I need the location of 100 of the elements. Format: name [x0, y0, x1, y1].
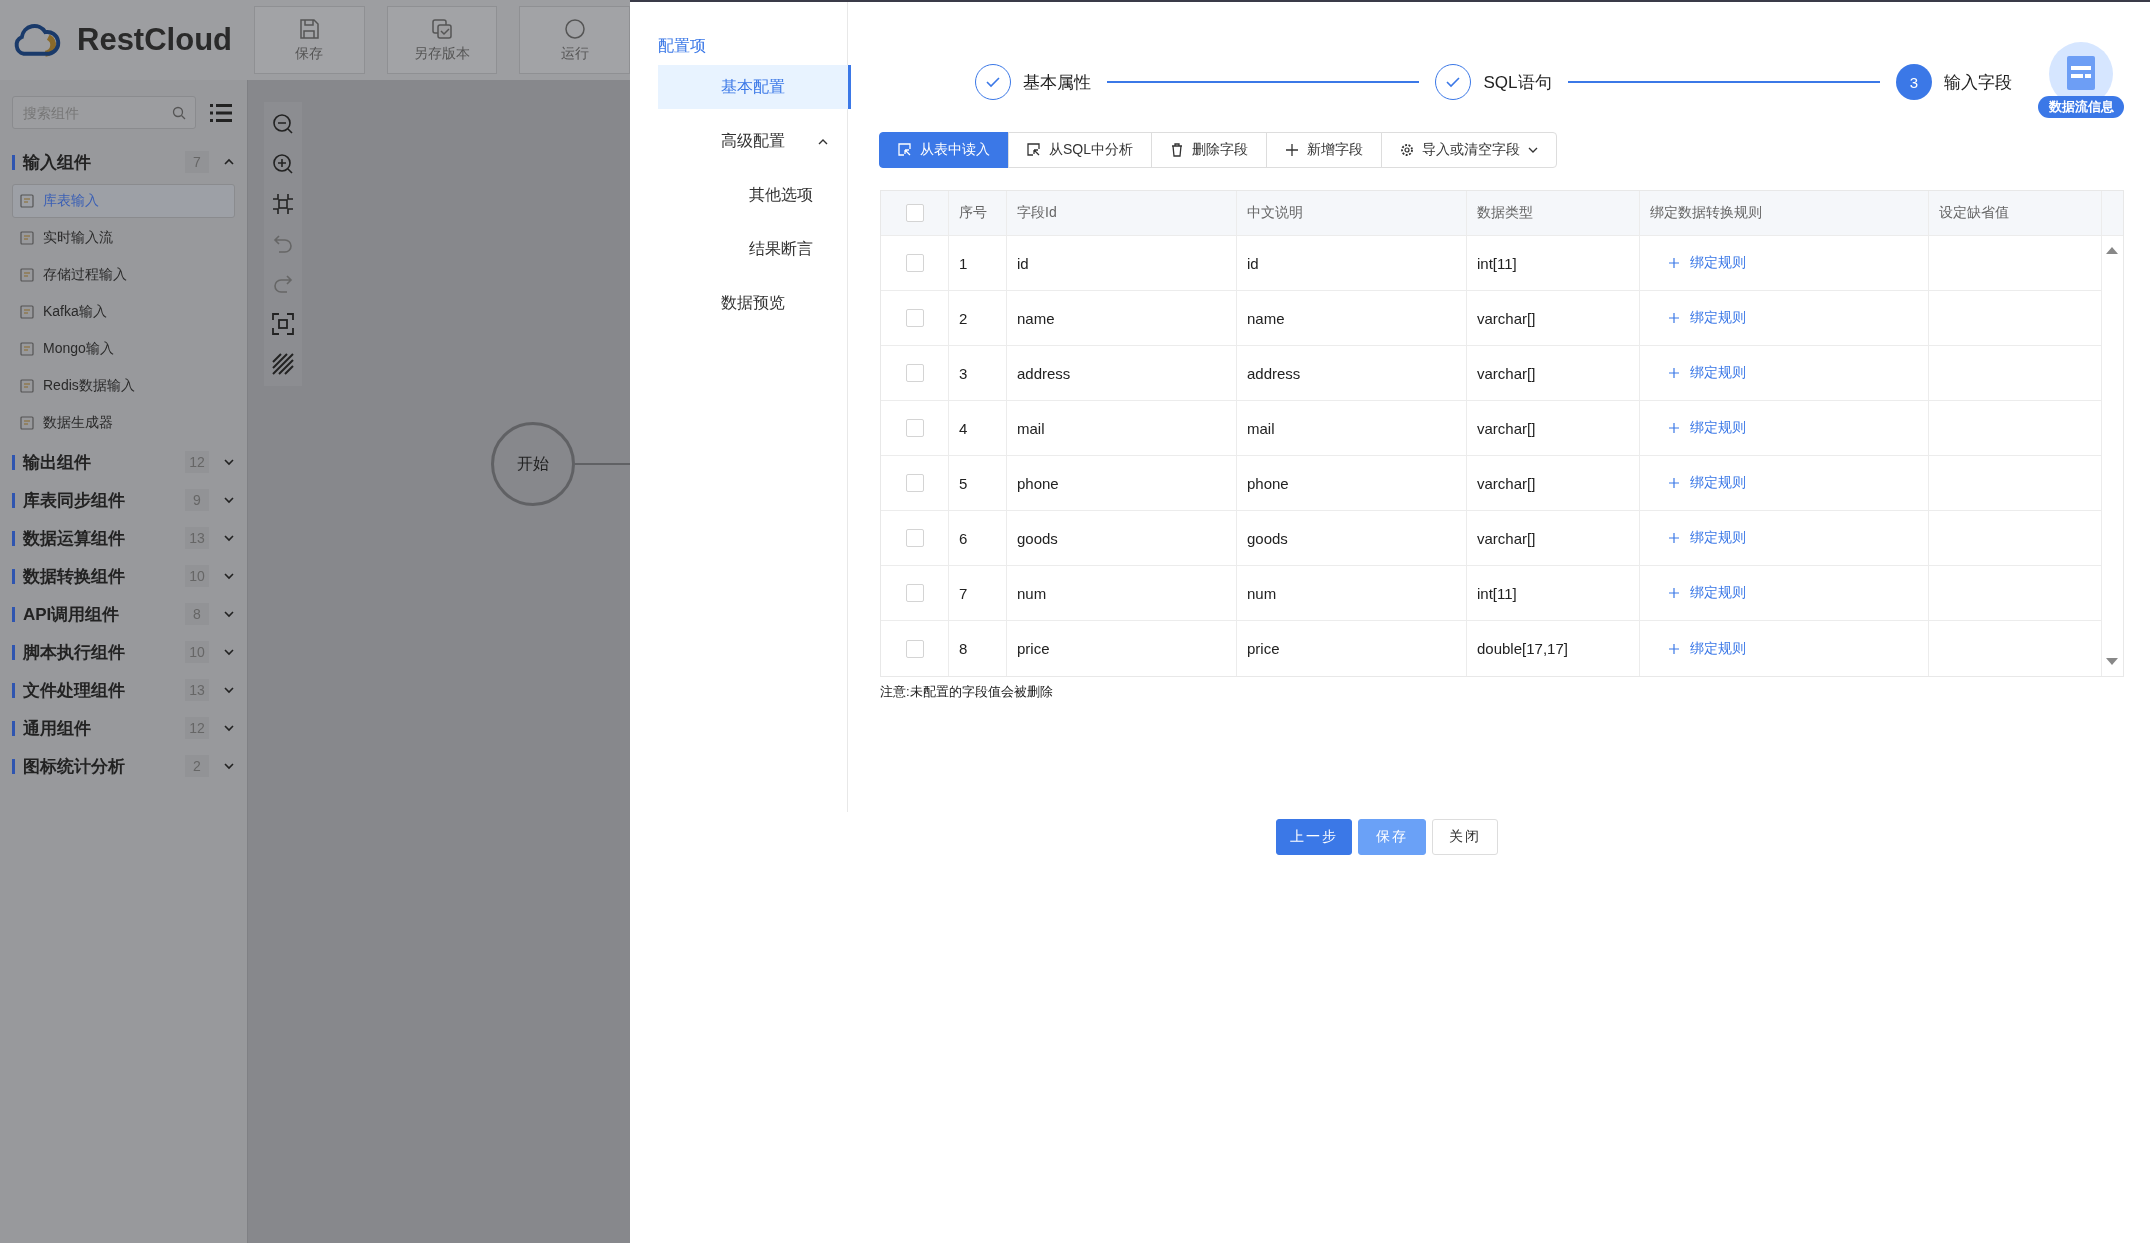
bind-rule-link[interactable]: 绑定规则 [1650, 364, 1746, 382]
toolbar-button[interactable]: 新增字段 [1266, 132, 1382, 168]
chevron-down-icon [1528, 146, 1538, 154]
redo-icon[interactable] [271, 272, 295, 296]
copy-icon [430, 17, 454, 41]
component-icon [19, 267, 35, 283]
table-cell: int[11] [1467, 566, 1640, 620]
table-cell: varchar[] [1467, 456, 1640, 510]
bind-rule-link[interactable]: 绑定规则 [1650, 309, 1746, 327]
checkbox[interactable] [905, 309, 924, 327]
section-title: 配置项 [658, 36, 707, 56]
bind-rule-link[interactable]: 绑定规则 [1650, 254, 1746, 272]
hatch-icon[interactable] [271, 352, 295, 376]
checkbox[interactable] [905, 639, 924, 658]
nav-item[interactable]: 基本配置 [658, 65, 851, 109]
toolbar-button[interactable]: 删除字段 [1151, 132, 1267, 168]
column-header: 序号 [949, 191, 1007, 235]
table-cell: mail [1007, 401, 1237, 455]
component-item[interactable]: 存储过程输入 [12, 258, 235, 292]
zoom-in-icon[interactable] [271, 152, 295, 176]
nav-item[interactable]: 数据预览 [658, 281, 848, 325]
component-icon [19, 415, 35, 431]
checkbox[interactable] [905, 204, 924, 222]
list-icon[interactable] [210, 102, 232, 123]
component-item[interactable]: 实时输入流 [12, 221, 235, 255]
table-cell: varchar[] [1467, 291, 1640, 345]
table-cell: 8 [949, 621, 1007, 676]
table-cell: mail [1237, 401, 1467, 455]
bind-rule-link[interactable]: 绑定规则 [1650, 474, 1746, 492]
column-header: 设定缺省值 [1929, 191, 2102, 235]
table-cell: int[11] [1467, 236, 1640, 290]
bind-rule-link[interactable]: 绑定规则 [1650, 639, 1746, 658]
bind-rule-link[interactable]: 绑定规则 [1650, 419, 1746, 437]
toolbar-button[interactable]: 运行 [519, 6, 630, 74]
dataflow-info-button[interactable]: 数据流信息 [2038, 42, 2124, 122]
component-icon [19, 304, 35, 320]
step-label: 输入字段 [1944, 71, 2012, 94]
bind-rule-link[interactable]: 绑定规则 [1650, 529, 1746, 547]
zoom-out-icon[interactable] [271, 112, 295, 136]
component-icon [19, 230, 35, 246]
table-cell: name [1007, 291, 1237, 345]
toolbar-button[interactable]: 从表中读入 [879, 132, 1009, 168]
nav-item[interactable]: 高级配置 [658, 119, 848, 163]
table-cell: address [1007, 346, 1237, 400]
table-cell: varchar[] [1467, 401, 1640, 455]
table-cell: varchar[] [1467, 346, 1640, 400]
circle-icon [562, 17, 587, 41]
table-cell: 5 [949, 456, 1007, 510]
trash-icon [1170, 143, 1184, 157]
undo-icon[interactable] [271, 232, 295, 256]
step-label: SQL语句 [1483, 71, 1552, 94]
info-badge: 数据流信息 [2038, 96, 2124, 118]
component-item[interactable]: Mongo输入 [12, 332, 235, 366]
footer-button[interactable]: 关闭 [1432, 819, 1498, 855]
table-cell: 4 [949, 401, 1007, 455]
fullscreen-icon[interactable] [271, 312, 295, 336]
table-cell: id [1007, 236, 1237, 290]
table-cell: name [1237, 291, 1467, 345]
table-cell: double[17,17] [1467, 621, 1640, 676]
table-cell: phone [1007, 456, 1237, 510]
app-logo: RestCloud [77, 22, 232, 58]
checkbox[interactable] [905, 419, 924, 437]
component-icon [19, 193, 35, 209]
component-item[interactable]: Redis数据输入 [12, 369, 235, 403]
table-cell: 2 [949, 291, 1007, 345]
plus-icon [1668, 422, 1680, 434]
toolbar-button[interactable]: 保存 [254, 6, 365, 74]
checkbox[interactable] [905, 254, 924, 272]
scroll-down-icon[interactable] [2106, 658, 2118, 666]
column-header: 字段Id [1007, 191, 1237, 235]
toolbar-button[interactable]: 从SQL中分析 [1008, 132, 1152, 168]
checkbox[interactable] [905, 529, 924, 547]
plus-icon [1668, 587, 1680, 599]
table-cell: price [1237, 621, 1467, 676]
scroll-up-icon[interactable] [2106, 246, 2118, 254]
toolbar-button[interactable]: 另存版本 [386, 6, 498, 74]
component-item[interactable]: 数据生成器 [12, 406, 235, 440]
table-cell: id [1237, 236, 1467, 290]
note-text: 注意:未配置的字段值会被删除 [880, 683, 1054, 701]
fit-icon[interactable] [271, 192, 295, 216]
table-cell: num [1007, 566, 1237, 620]
checkbox[interactable] [905, 474, 924, 492]
checkbox[interactable] [905, 584, 924, 602]
plus-icon [1668, 477, 1680, 489]
nav-item[interactable]: 其他选项 [658, 173, 848, 217]
table-cell: 7 [949, 566, 1007, 620]
step-label: 基本属性 [1023, 71, 1091, 94]
nav-item[interactable]: 结果断言 [658, 227, 848, 271]
gear-icon [1400, 143, 1414, 157]
column-header: 数据类型 [1467, 191, 1640, 235]
component-item[interactable]: Kafka输入 [12, 295, 235, 329]
start-node[interactable]: 开始 [491, 422, 575, 506]
footer-button[interactable]: 上一步 [1276, 819, 1352, 855]
plus-icon [1668, 642, 1680, 655]
plus-icon [1668, 367, 1680, 379]
toolbar-button[interactable]: 导入或清空字段 [1381, 132, 1557, 168]
bind-rule-link[interactable]: 绑定规则 [1650, 584, 1746, 602]
search-icon [172, 106, 186, 120]
table-cell: address [1237, 346, 1467, 400]
checkbox[interactable] [905, 364, 924, 382]
